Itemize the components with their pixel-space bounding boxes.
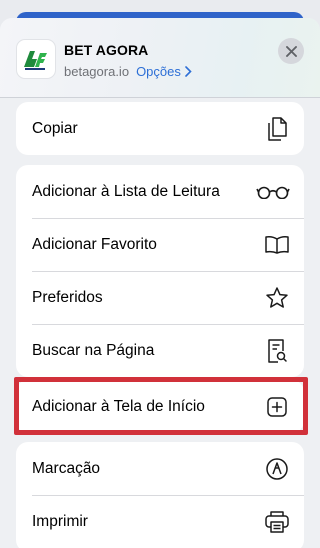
share-sheet-header: BET AGORA betagora.io Opções [0, 18, 320, 98]
glasses-icon [256, 179, 290, 205]
menu-item-label: Adicionar Favorito [32, 235, 157, 253]
menu-item-reading-list[interactable]: Adicionar à Lista de Leitura [16, 165, 304, 218]
menu-item-label: Preferidos [32, 288, 103, 306]
app-subtitle: betagora.io Opções [64, 64, 192, 79]
menu-item-bookmark[interactable]: Adicionar Favorito [16, 218, 304, 271]
printer-icon [264, 509, 290, 535]
menu-item-label: Copiar [32, 119, 78, 137]
menu-item-markup[interactable]: Marcação [16, 442, 304, 495]
app-name: BET AGORA [64, 42, 149, 58]
action-group-copy: Copiar [16, 102, 304, 155]
options-label: Opções [136, 64, 181, 79]
menu-item-add-to-home-screen[interactable]: Adicionar à Tela de Início [16, 380, 304, 433]
menu-item-find-on-page[interactable]: Buscar na Página [16, 324, 304, 377]
bet-agora-logo [16, 39, 56, 79]
close-icon [285, 45, 297, 57]
action-group-home-screen: Adicionar à Tela de Início [16, 380, 304, 433]
menu-item-label: Buscar na Página [32, 341, 155, 359]
chevron-right-icon [185, 66, 192, 77]
menu-item-print[interactable]: Imprimir [16, 495, 304, 548]
markup-icon [264, 456, 290, 482]
menu-item-label: Imprimir [32, 512, 88, 530]
menu-item-copy[interactable]: Copiar [16, 102, 304, 155]
menu-item-label: Adicionar à Tela de Início [32, 397, 205, 415]
menu-item-label: Adicionar à Lista de Leitura [32, 182, 220, 200]
menu-item-favorites[interactable]: Preferidos [16, 271, 304, 324]
action-group-tools: Marcação Imprimir [16, 442, 304, 548]
close-button[interactable] [278, 38, 304, 64]
copy-icon [264, 116, 290, 142]
action-group-main: Adicionar à Lista de Leitura Adicionar F… [16, 165, 304, 377]
add-square-icon [264, 394, 290, 420]
menu-item-label: Marcação [32, 459, 101, 477]
star-icon [264, 285, 290, 311]
book-icon [264, 232, 290, 258]
search-page-icon [264, 338, 290, 364]
options-link[interactable]: Opções [136, 64, 192, 79]
domain-label: betagora.io [64, 64, 130, 79]
